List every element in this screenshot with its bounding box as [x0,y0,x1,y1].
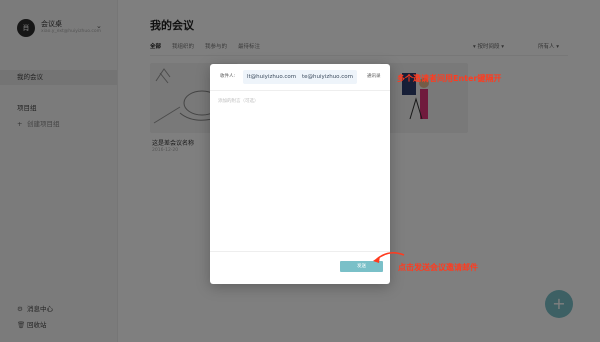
message-textarea[interactable]: 添加的附言（可选） [218,98,382,248]
recipient-chip[interactable]: lt@huiyizhuo.com [243,70,301,84]
contacts-link[interactable]: 通讯录 [367,73,381,79]
annotation-recipient-hint: 多个邀请者间用Enter键隔开 [397,74,502,83]
annotation-send-hint: 点击发送会议邀请邮件 [398,263,478,272]
recipient-row[interactable]: 收件人: lt@huiyizhuo.com te@huiyizhuo.com 通… [210,64,390,91]
annotation-arrow-icon [373,251,405,263]
invite-dialog: 收件人: lt@huiyizhuo.com te@huiyizhuo.com 通… [210,64,390,284]
recipient-chip[interactable]: te@huiyizhuo.com [298,70,357,84]
recipient-label: 收件人: [220,74,236,79]
footer-divider [210,251,390,252]
